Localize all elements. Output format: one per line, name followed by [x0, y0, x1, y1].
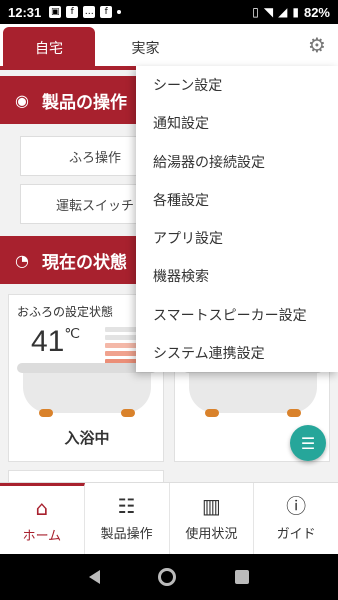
- battery-icon: ▮: [292, 5, 299, 19]
- nav-guide[interactable]: ⓘ ガイド: [254, 483, 338, 554]
- tab-family-home[interactable]: 実家: [98, 27, 193, 68]
- nav-products-label: 製品操作: [100, 527, 153, 542]
- image-notification-icon: ▣: [49, 6, 62, 18]
- settings-gear-icon[interactable]: ⚙: [304, 32, 330, 58]
- facebook-notification-icon: f: [66, 6, 79, 18]
- nav-home-label: ホーム: [22, 528, 62, 544]
- signal-icon: ◢: [278, 5, 288, 19]
- status-time: 12:31: [8, 4, 42, 20]
- facebook-notification-icon-2: f: [100, 6, 113, 18]
- tub-foot: [121, 409, 135, 417]
- vibrate-icon: ▯: [252, 5, 259, 19]
- nav-home[interactable]: ⌂ ホーム: [0, 483, 85, 554]
- nav-guide-label: ガイド: [276, 527, 316, 542]
- bath-setting-title: おふろの設定状態: [17, 305, 114, 319]
- nav-usage-status[interactable]: ▥ 使用状況: [170, 483, 255, 554]
- temperature-unit: ℃: [64, 325, 81, 341]
- bottom-navigation: ⌂ ホーム ☷ 製品操作 ▥ 使用状況 ⓘ ガイド: [0, 482, 338, 554]
- wifi-icon: ◥: [263, 5, 274, 19]
- menu-item[interactable]: システム連携設定: [136, 334, 338, 372]
- temperature-value: 41: [31, 325, 65, 358]
- menu-item[interactable]: スマートスピーカー設定: [136, 296, 338, 334]
- bath-temperature: 41℃: [31, 325, 80, 359]
- tub-foot: [205, 409, 219, 417]
- back-icon[interactable]: [89, 570, 101, 584]
- status-bar: 12:31 ▣ f … f ▯ ◥ ◢ ▮ 82%: [0, 0, 338, 24]
- bar-chart-icon: ▥: [201, 494, 221, 518]
- menu-item[interactable]: シーン設定: [136, 66, 338, 104]
- menu-item[interactable]: 通知設定: [136, 104, 338, 142]
- settings-dropdown-menu: シーン設定 通知設定 給湯器の接続設定 各種設定 アプリ設定 機器検索 スマートスピーカー設…: [136, 66, 338, 372]
- rss-icon: ◉: [15, 90, 29, 110]
- menu-item[interactable]: 給湯器の接続設定: [136, 143, 338, 181]
- recent-apps-icon[interactable]: [234, 570, 249, 584]
- gauge-icon: ◔: [15, 250, 29, 270]
- nav-usage-label: 使用状況: [185, 527, 238, 542]
- current-status-title: 現在の状態: [42, 252, 127, 273]
- more-notifications-icon: [117, 10, 122, 14]
- menu-item[interactable]: 各種設定: [136, 181, 338, 219]
- bath-status-text: 入浴中: [64, 429, 110, 447]
- nav-product-operation[interactable]: ☷ 製品操作: [85, 483, 170, 554]
- home-circle-icon[interactable]: [158, 568, 177, 586]
- bathtub-icon: [183, 363, 323, 413]
- product-operation-title: 製品の操作: [42, 92, 127, 113]
- tub-foot: [39, 409, 53, 417]
- bathtub-icon: [17, 363, 157, 413]
- tab-home[interactable]: 自宅: [3, 27, 95, 68]
- message-notification-icon: …: [83, 6, 96, 18]
- menu-item[interactable]: 機器検索: [136, 257, 338, 295]
- system-navigation-bar: [0, 554, 338, 600]
- location-tabs: 自宅 実家 ⚙: [0, 24, 338, 68]
- menu-item[interactable]: アプリ設定: [136, 219, 338, 257]
- adjust-sliders-icon[interactable]: ☰: [290, 425, 326, 461]
- home-icon: ⌂: [35, 495, 49, 520]
- info-icon: ⓘ: [286, 494, 307, 518]
- tub-foot: [287, 409, 301, 417]
- sliders-icon: ☷: [117, 494, 136, 518]
- battery-level: 82%: [303, 4, 330, 20]
